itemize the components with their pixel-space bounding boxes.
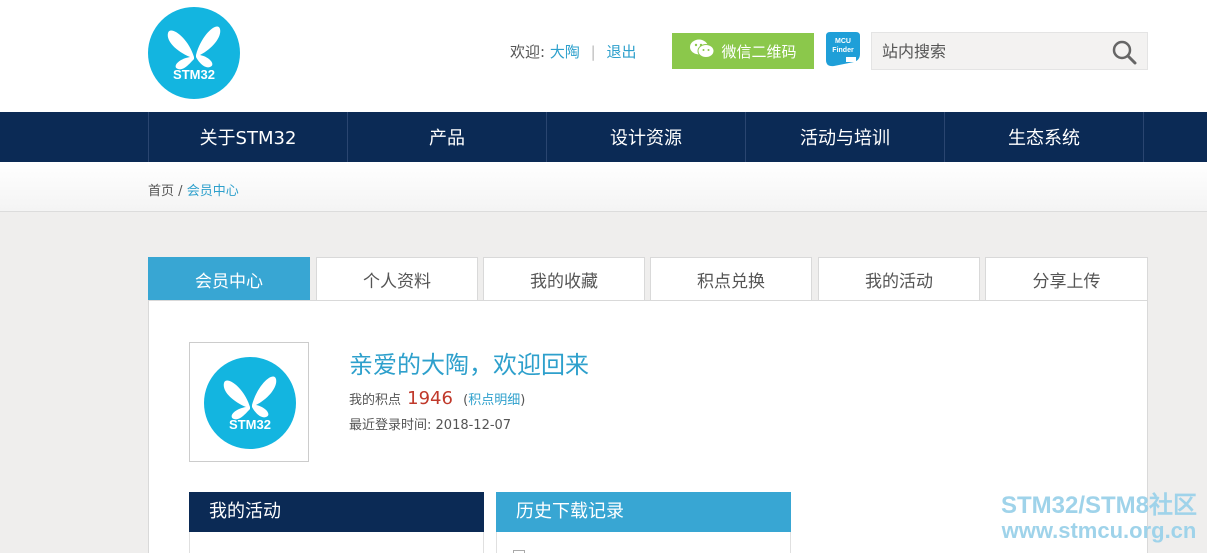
download-history-body [496,532,791,553]
points-label: 我的积点 [349,393,402,408]
avatar: STM32 [189,342,309,462]
nav-item-design-resources[interactable]: 设计资源 [547,112,746,162]
points-line: 我的积点 1946 (积点明细) [349,388,525,409]
tab-profile[interactable]: 个人资料 [316,257,478,301]
last-login-label: 最近登录时间: [349,418,432,433]
points-detail-link[interactable]: 积点明细 [468,393,520,408]
nav-item-about[interactable]: 关于STM32 [149,112,348,162]
breadcrumb-home[interactable]: 首页 [148,184,174,199]
nav-item-products[interactable]: 产品 [348,112,547,162]
site-header: STM32 欢迎: 大陶 | 退出 微信二维码 MCU Finder [0,0,1207,112]
breadcrumb: 首页 / 会员中心 [148,180,239,199]
breadcrumb-separator: / [178,184,183,199]
tab-member-center[interactable]: 会员中心 [148,257,310,301]
nav-item-ecosystem[interactable]: 生态系统 [945,112,1144,162]
points-value: 1946 [407,388,453,409]
tab-points-exchange[interactable]: 积点兑换 [650,257,812,301]
mcu-finder-icon[interactable]: MCU Finder [824,32,862,68]
nav-item-events-training[interactable]: 活动与培训 [746,112,945,162]
wechat-icon [689,38,715,64]
breadcrumb-bar: 首页 / 会员中心 [0,162,1207,212]
tab-favorites[interactable]: 我的收藏 [483,257,645,301]
search-icon[interactable] [1111,39,1137,65]
greeting: 亲爱的大陶，欢迎回来 [349,351,589,379]
mcu-finder-line1: MCU [835,38,851,45]
main-nav: 关于STM32 产品 设计资源 活动与培训 生态系统 [0,112,1207,162]
logout-link[interactable]: 退出 [606,43,636,61]
divider: | [590,43,596,61]
tab-my-activities[interactable]: 我的活动 [818,257,980,301]
welcome-area: 欢迎: 大陶 | 退出 [510,41,637,62]
wechat-label: 微信二维码 [721,42,797,61]
breadcrumb-current[interactable]: 会员中心 [187,184,239,199]
welcome-label: 欢迎: [510,43,546,61]
avatar-text: STM32 [229,417,271,432]
butterfly-icon [223,376,277,420]
watermark-line1: STM32/STM8社区 [1000,492,1197,519]
last-login-line: 最近登录时间: 2018-12-07 [349,414,511,433]
username-link[interactable]: 大陶 [550,43,580,61]
wechat-qrcode-button[interactable]: 微信二维码 [672,33,814,69]
watermark-line2: www.stmcu.org.cn [1001,518,1197,543]
search-box [871,32,1148,70]
mcu-finder-line2: Finder [832,47,854,54]
tab-share-upload[interactable]: 分享上传 [985,257,1148,301]
watermark: STM32/STM8社区 www.stmcu.org.cn [1001,493,1197,543]
download-history-header: 历史下载记录 [496,492,791,532]
my-activities-header: 我的活动 [189,492,484,532]
search-input[interactable] [882,33,1102,69]
stm32-logo[interactable]: STM32 [148,7,240,99]
paren-close: ) [520,393,526,408]
butterfly-icon [167,26,221,70]
logo-text: STM32 [173,67,215,82]
my-activities-body [189,532,484,553]
last-login-date: 2018-12-07 [435,418,512,433]
member-tabs: 会员中心 个人资料 我的收藏 积点兑换 我的活动 分享上传 [148,257,1148,301]
list-item[interactable] [513,546,773,553]
